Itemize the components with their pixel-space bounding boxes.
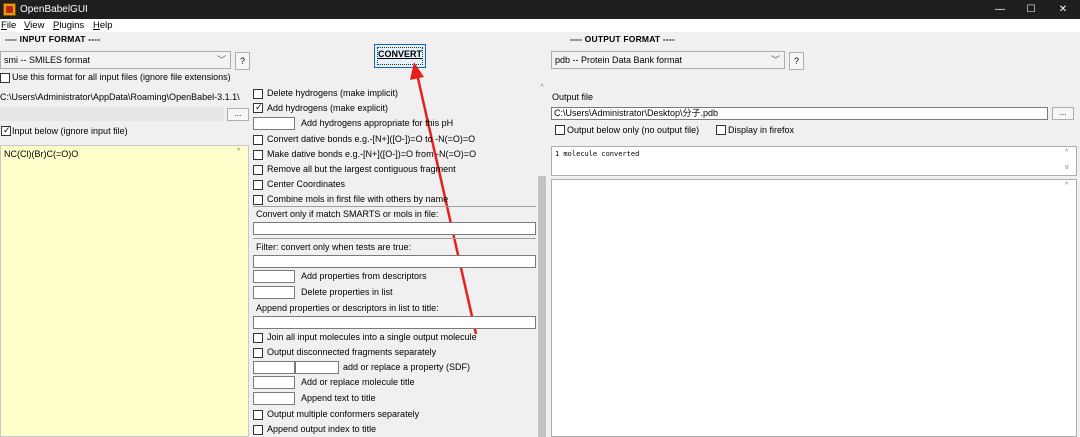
input-format-header: ---- INPUT FORMAT ---- [5, 34, 101, 44]
scroll-up-icon[interactable]: ^ [537, 84, 547, 91]
menu-file[interactable]: File [1, 20, 16, 31]
add-properties-label: Add properties from descriptors [301, 271, 427, 281]
input-file-field[interactable] [0, 107, 224, 121]
combine-mols-label: Combine mols in first file with others b… [267, 194, 449, 204]
scroll-up-icon[interactable]: ^ [1065, 149, 1068, 156]
append-index-label: Append output index to title [267, 424, 377, 434]
maximize-button[interactable]: ☐ [1013, 0, 1049, 19]
make-dative-label: Make dative bonds e.g.-[N+]([O-])=O from… [267, 149, 477, 159]
filter-label: Filter: convert only when tests are true… [256, 242, 412, 252]
multi-conformers-checkbox[interactable] [253, 410, 263, 420]
add-hydrogens-label: Add hydrogens (make explicit) [267, 103, 389, 113]
output-format-help-button[interactable]: ? [789, 52, 804, 70]
output-browse-button[interactable]: ... [1052, 107, 1074, 120]
add-replace-title-label: Add or replace molecule title [301, 377, 415, 387]
close-button[interactable]: ✕ [1045, 0, 1080, 19]
append-props-label: Append properties or descriptors in list… [256, 303, 439, 313]
append-text-input[interactable] [253, 392, 295, 405]
message-area[interactable]: 1 molecule converted ^ v [551, 146, 1077, 176]
scroll-down-icon[interactable]: v [1065, 164, 1069, 171]
add-replace-property-label: add or replace a property (SDF) [343, 362, 471, 372]
smarts-input[interactable] [253, 222, 536, 235]
ph-input[interactable] [253, 117, 295, 130]
input-format-value: smi -- SMILES format [4, 55, 91, 65]
output-below-label: Output below only (no output file) [567, 125, 700, 135]
center-coordinates-checkbox[interactable] [253, 180, 263, 190]
input-text-area[interactable]: NC(Cl)(Br)C(=O)O ^ [0, 145, 249, 437]
add-h-ph-label: Add hydrogens appropriate for this pH [301, 118, 454, 128]
convert-dative-checkbox[interactable] [253, 135, 263, 145]
message-text: 1 molecule converted [555, 150, 640, 158]
chevron-down-icon: ﹀ [770, 55, 780, 65]
input-browse-button[interactable]: ... [227, 108, 249, 121]
use-format-for-all-label: Use this format for all input files (ign… [12, 72, 231, 82]
delete-properties-input[interactable] [253, 286, 295, 299]
join-all-checkbox[interactable] [253, 333, 263, 343]
output-format-header: ---- OUTPUT FORMAT ---- [570, 34, 675, 44]
use-format-for-all-checkbox[interactable] [0, 73, 10, 83]
input-smiles-text: NC(Cl)(Br)C(=O)O [4, 149, 79, 159]
output-fragments-checkbox[interactable] [253, 348, 263, 358]
filter-input[interactable] [253, 255, 536, 268]
menu-help[interactable]: Help [93, 20, 113, 31]
append-props-input[interactable] [253, 316, 536, 329]
input-below-checkbox[interactable] [1, 125, 11, 136]
output-file-field[interactable]: C:\Users\Administrator\Desktop\分子.pdb [551, 107, 1048, 120]
input-file-path[interactable]: C:\Users\Administrator\AppData\Roaming\O… [0, 92, 249, 102]
append-text-label: Append text to title [301, 393, 376, 403]
chevron-down-icon: ﹀ [216, 55, 226, 65]
app-icon [3, 3, 16, 16]
output-text-area[interactable]: ^ [551, 179, 1077, 437]
join-all-label: Join all input molecules into a single o… [267, 332, 477, 342]
center-coordinates-label: Center Coordinates [267, 179, 346, 189]
divider [253, 238, 536, 239]
property-value-input[interactable] [295, 361, 339, 374]
menu-view[interactable]: View [24, 20, 44, 31]
divider [253, 206, 536, 207]
smarts-label: Convert only if match SMARTS or mols in … [256, 209, 439, 219]
delete-properties-label: Delete properties in list [301, 287, 393, 297]
make-dative-checkbox[interactable] [253, 150, 263, 160]
display-firefox-checkbox[interactable] [716, 125, 726, 135]
multi-conformers-label: Output multiple conformers separately [267, 409, 420, 419]
display-firefox-label: Display in firefox [728, 125, 795, 135]
options-scrollbar[interactable]: ^ [537, 82, 547, 437]
append-index-checkbox[interactable] [253, 425, 263, 435]
remove-small-fragments-checkbox[interactable] [253, 165, 263, 175]
molecule-title-input[interactable] [253, 376, 295, 389]
output-below-checkbox[interactable] [555, 125, 565, 135]
output-format-value: pdb -- Protein Data Bank format [555, 55, 683, 65]
input-format-help-button[interactable]: ? [235, 52, 250, 70]
convert-dative-label: Convert dative bonds e.g.-[N+]([O-])=O t… [267, 134, 476, 144]
output-format-select[interactable]: pdb -- Protein Data Bank format ﹀ [551, 51, 785, 69]
scroll-up-icon[interactable]: ^ [1065, 182, 1068, 189]
scroll-up-icon[interactable]: ^ [237, 148, 240, 155]
menu-plugins[interactable]: Plugins [53, 20, 84, 31]
title-bar: OpenBabelGUI — ☐ ✕ [0, 0, 1080, 19]
scrollbar-thumb[interactable] [538, 176, 546, 437]
output-file-label: Output file [552, 92, 594, 102]
remove-small-fragments-label: Remove all but the largest contiguous fr… [267, 164, 456, 174]
window-title: OpenBabelGUI [20, 4, 88, 15]
input-format-select[interactable]: smi -- SMILES format ﹀ [0, 51, 231, 69]
menu-bar: File View Plugins Help [0, 19, 1080, 32]
property-name-input[interactable] [253, 361, 295, 374]
combine-mols-checkbox[interactable] [253, 195, 263, 205]
input-below-label: Input below (ignore input file) [12, 126, 128, 136]
delete-hydrogens-checkbox[interactable] [253, 89, 263, 99]
add-hydrogens-checkbox[interactable] [253, 102, 263, 113]
add-properties-input[interactable] [253, 270, 295, 283]
output-fragments-label: Output disconnected fragments separately [267, 347, 437, 357]
delete-hydrogens-label: Delete hydrogens (make implicit) [267, 88, 399, 98]
